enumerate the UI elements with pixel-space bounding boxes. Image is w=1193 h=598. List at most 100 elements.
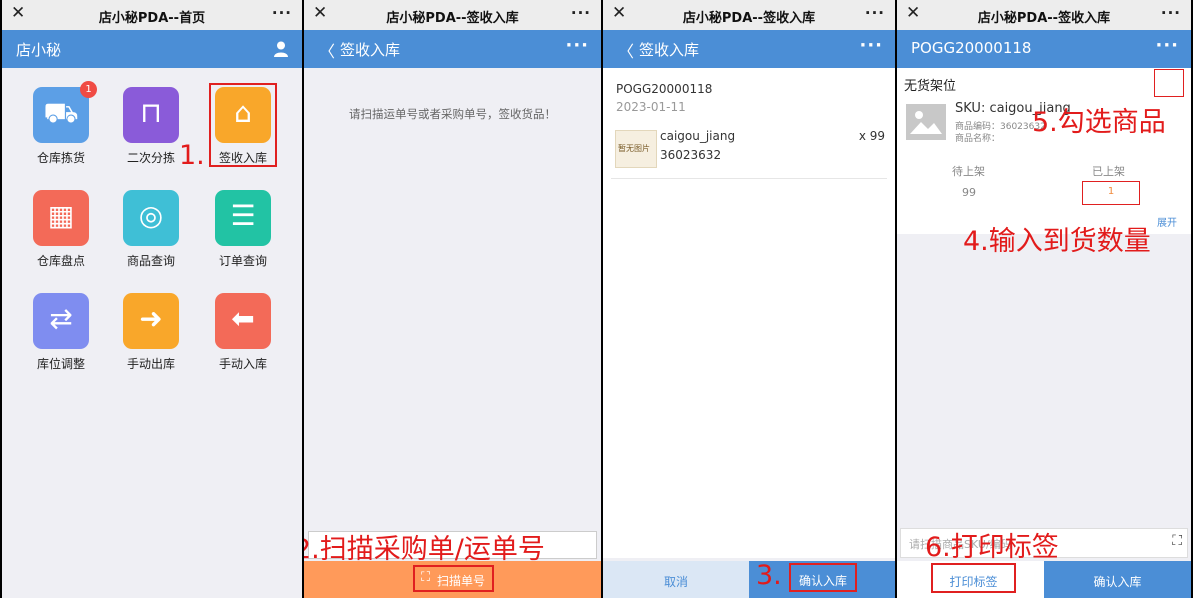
app-tile[interactable]: ⛟ 1 仓库拣货 [21,81,101,166]
page-title: POGG20000118 [911,39,1032,57]
app-tile[interactable]: ⇄ 库位调整 [21,293,101,372]
annotation-step1: 1. [179,140,205,171]
receipt-card: POGG20000118 2023-01-11 暂无图片 caigou_jian… [603,68,895,558]
putaway-card: 无货架位 SKU: caigou_jiang 商品编码：36023632 商品名… [897,68,1191,234]
wechat-title: 店小秘PDA--签收入库 [682,11,816,26]
annotation-step3: 3. [756,560,782,591]
col-done: 已上架 [1092,165,1125,178]
thumb-text: 暂无图片 [618,144,650,153]
scan-button[interactable]: ⛶ 扫描单号 [413,565,494,592]
user-icon[interactable] [274,41,288,57]
app-tile[interactable]: ▦ 仓库盘点 [21,190,101,269]
app-label: 手动出库 [126,357,175,371]
more-icon[interactable]: ··· [1161,4,1181,22]
scan-hint: 请扫描运单号或者采购单号，签收货品！ [349,107,556,121]
pending-value: 99 [962,186,976,199]
wechat-title-bar: ✕ 店小秘PDA--签收入库 ··· [304,0,601,30]
more-icon[interactable]: ··· [865,4,885,22]
menu-dots-icon[interactable]: ··· [565,35,589,56]
scan-frame-icon[interactable]: ⛶ [1172,533,1182,549]
receipt-detail-screen: ✕ 店小秘PDA--签收入库 ··· 〈 签收入库 ··· POGG200001… [603,0,895,598]
swap-icon: ⇄ [33,293,89,349]
app-glyph: ☰ [230,199,256,232]
annotation-step6: 6.打印标签 [925,532,1059,563]
highlight-box-signin [209,83,277,167]
annotation-step4: 4.输入到货数量 [963,226,1151,257]
wechat-title-bar: ✕ 店小秘PDA--签收入库 ··· [897,0,1191,30]
order-doc-icon: ☰ [215,190,271,246]
app-glyph: ⬅ [231,302,255,335]
done-qty-input[interactable]: 1 [1082,181,1140,205]
confirm-button[interactable]: 确认入库 [789,563,857,592]
app-glyph: ⛟ [43,96,79,129]
confirm-button[interactable]: 确认入库 [1044,561,1191,598]
print-label: 打印标签 [949,575,998,589]
cart-icon: ⛟ 1 [33,81,97,143]
app-glyph: ⊓ [140,96,162,129]
print-button[interactable]: 打印标签 [931,563,1016,593]
scanner-in-icon: ⬅ [215,293,271,349]
page-title: 签收入库 [639,41,700,59]
section-title: 无货架位 [904,79,957,94]
app-label: 商品查询 [126,254,175,268]
app-glyph: ▦ [47,199,75,232]
calculator-icon: ▦ [33,190,89,246]
item-name: caigou_jiang [660,129,736,143]
app-glyph: ◎ [138,199,164,232]
app-label: 手动入库 [218,357,267,371]
app-header: 〈 签收入库 ··· [304,30,601,68]
cancel-label: 取消 [663,575,688,589]
sort-doc-icon: ⊓ [123,87,179,143]
app-label: 仓库盘点 [36,254,85,268]
scan-button-label: 扫描单号 [437,574,486,588]
more-icon[interactable]: ··· [272,4,292,22]
app-tile[interactable]: ☰ 订单查询 [203,190,283,269]
item-qty: x 99 [858,129,885,143]
notification-badge: 1 [80,81,97,98]
scan-frame-icon: ⛶ [421,570,431,585]
app-glyph: ⇄ [49,302,73,335]
app-tile[interactable]: ◎ 商品查询 [111,190,191,269]
page-title: 签收入库 [340,41,401,59]
select-checkbox[interactable] [1154,69,1184,97]
item-thumbnail: 暂无图片 [615,130,657,168]
cancel-button[interactable]: 取消 [603,561,749,598]
app-tile[interactable]: ⬅ 手动入库 [203,293,283,372]
done-value: 1 [1107,186,1115,197]
po-number: POGG20000118 [616,82,713,96]
search-box-icon: ◎ [123,190,179,246]
product-placeholder-icon [906,104,946,140]
wechat-title-bar: ✕ 店小秘PDA--首页 ··· [2,0,302,30]
more-icon[interactable]: ··· [571,4,591,22]
app-header: 〈 签收入库 ··· [603,30,895,68]
app-label: 库位调整 [36,357,85,371]
wechat-title-bar: ✕ 店小秘PDA--签收入库 ··· [603,0,895,30]
menu-dots-icon[interactable]: ··· [1155,35,1179,56]
app-label: 订单查询 [218,254,267,268]
back-icon[interactable]: 〈 [319,38,335,62]
confirm-label: 确认入库 [798,574,847,588]
wechat-title: 店小秘PDA--签收入库 [977,11,1111,26]
wechat-title: 店小秘PDA--签收入库 [386,11,519,26]
back-icon[interactable]: 〈 [618,38,634,62]
item-code: 36023632 [660,148,722,162]
menu-dots-icon[interactable]: ··· [859,35,883,56]
app-title: 店小秘 [16,41,62,59]
expand-link[interactable]: 展开 [1157,214,1177,229]
item-row[interactable]: 暂无图片 caigou_jiang 36023632 x 99 [611,124,887,179]
col-pending: 待上架 [952,165,985,178]
home-screen: ✕ 店小秘PDA--首页 ··· 店小秘 ⛟ 1 仓库拣货 ⊓ 二次分拣 ⌂ 签收入库 ▦ 仓库… [2,0,302,598]
annotation-step5: 5.勾选商品 [1032,107,1166,138]
app-tile[interactable]: ➜ 手动出库 [111,293,191,372]
putaway-screen: ✕ 店小秘PDA--签收入库 ··· POGG20000118 ··· 无货架位… [897,0,1191,598]
scanner-out-icon: ➜ [123,293,179,349]
wechat-title: 店小秘PDA--首页 [98,11,206,26]
po-date: 2023-01-11 [616,100,686,114]
scan-screen: ✕ 店小秘PDA--签收入库 ··· 〈 签收入库 ··· 请扫描运单号或者采购… [304,0,601,598]
app-header: 店小秘 [2,30,302,68]
app-label: 仓库拣货 [36,151,85,165]
app-header: POGG20000118 ··· [897,30,1191,68]
name-line: 商品名称： [955,134,1001,144]
app-glyph: ➜ [139,302,163,335]
confirm-label: 确认入库 [1093,575,1142,589]
